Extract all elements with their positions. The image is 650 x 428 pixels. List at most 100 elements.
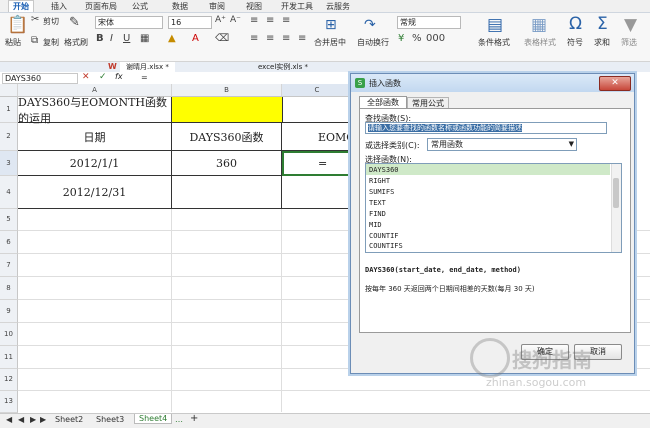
row-header[interactable]: 10 <box>0 323 18 346</box>
row-header[interactable]: 12 <box>0 369 18 391</box>
scrollbar-thumb[interactable] <box>613 178 619 208</box>
number-format-select[interactable]: 常规 <box>397 16 461 29</box>
function-item[interactable]: RIGHT <box>369 177 390 185</box>
merge-center-icon[interactable]: ⊞ <box>325 17 337 33</box>
table-style-icon[interactable]: ▦ <box>531 15 547 35</box>
italic-icon[interactable]: I <box>110 33 113 44</box>
function-item[interactable]: COUNTIF <box>369 232 399 240</box>
cell-c4[interactable] <box>282 176 352 209</box>
cell-b3[interactable]: 360 <box>172 151 282 176</box>
align-center-icon[interactable]: ≡ <box>266 33 274 44</box>
chevron-down-icon[interactable]: ▼ <box>569 139 574 150</box>
more-sheets-icon[interactable]: … <box>175 415 183 424</box>
select-all-corner[interactable] <box>0 84 18 97</box>
shrink-font-icon[interactable]: A⁻ <box>230 15 241 25</box>
grow-font-icon[interactable]: A⁺ <box>215 15 226 25</box>
dialog-titlebar[interactable]: S 插入函数 ✕ <box>351 74 634 92</box>
bold-icon[interactable]: B <box>96 33 104 44</box>
cell-b1[interactable] <box>172 97 282 123</box>
sheet-tab-3[interactable]: Sheet3 <box>96 415 124 424</box>
category-select[interactable]: 常用函数 ▼ <box>427 138 577 151</box>
last-sheet-icon[interactable]: ▶ <box>40 415 46 424</box>
row-header[interactable]: 13 <box>0 391 18 413</box>
next-sheet-icon[interactable]: ▶ <box>30 415 36 424</box>
name-box[interactable]: DAYS360 <box>2 73 78 84</box>
cancel-formula-icon[interactable]: ✕ <box>82 72 90 82</box>
filter-label[interactable]: 筛选 <box>621 37 637 48</box>
brush-icon[interactable]: ✎ <box>69 15 80 30</box>
row-header[interactable]: 1 <box>0 97 18 123</box>
sum-icon[interactable]: Σ <box>597 14 608 34</box>
table-style-label[interactable]: 表格样式 <box>524 37 556 48</box>
row-header[interactable]: 5 <box>0 209 18 231</box>
function-icon[interactable]: fx <box>115 72 123 81</box>
menu-cloud[interactable]: 云服务 <box>326 1 350 12</box>
font-size-select[interactable]: 16 <box>168 16 212 29</box>
cell-c2[interactable]: EOMONTH函 <box>282 123 352 151</box>
paste-icon[interactable]: 📋 <box>7 15 28 35</box>
align-left-icon[interactable]: ≡ <box>250 33 258 44</box>
sheet-tab-2[interactable]: Sheet2 <box>55 415 83 424</box>
row-header[interactable]: 2 <box>0 123 18 151</box>
border-icon[interactable]: ▦ <box>140 33 149 44</box>
function-list[interactable]: DAYS360 RIGHT SUMIFS TEXT FIND MID COUNT… <box>365 163 622 253</box>
menu-review[interactable]: 审阅 <box>209 1 225 12</box>
menu-data[interactable]: 数据 <box>172 1 188 12</box>
wrap-text-icon[interactable]: ↷ <box>364 17 376 33</box>
add-sheet-icon[interactable]: + <box>190 413 198 424</box>
currency-icon[interactable]: ¥ <box>398 33 404 44</box>
symbol-icon[interactable]: Ω <box>569 14 582 34</box>
copy-label[interactable]: 复制 <box>43 37 59 48</box>
close-icon[interactable]: ✕ <box>599 76 631 91</box>
row-header[interactable]: 9 <box>0 300 18 323</box>
menu-formulas[interactable]: 公式 <box>132 1 148 12</box>
cut-label[interactable]: 剪切 <box>43 16 59 27</box>
menu-view[interactable]: 视图 <box>246 1 262 12</box>
conditional-format-icon[interactable]: ▤ <box>487 15 503 35</box>
menu-developer[interactable]: 开发工具 <box>281 1 313 12</box>
sheet-tab-4-active[interactable]: Sheet4 <box>134 414 173 424</box>
filter-icon[interactable]: ▼ <box>624 15 637 35</box>
menu-page-layout[interactable]: 页面布局 <box>85 1 117 12</box>
formula-content[interactable]: = <box>141 73 148 82</box>
function-item[interactable]: TEXT <box>369 199 386 207</box>
cell-b4[interactable] <box>172 176 282 209</box>
function-item[interactable]: DAYS360 <box>369 166 399 174</box>
row-header[interactable]: 11 <box>0 346 18 369</box>
confirm-formula-icon[interactable]: ✓ <box>99 72 107 82</box>
distribute-icon[interactable]: ≡ <box>298 33 306 44</box>
align-middle-icon[interactable]: ≡ <box>266 15 274 26</box>
align-bottom-icon[interactable]: ≡ <box>282 15 290 26</box>
function-item[interactable]: SUMIFS <box>369 188 394 196</box>
doc-tab-2[interactable]: excel实例.xls * <box>258 62 308 72</box>
align-top-icon[interactable]: ≡ <box>250 15 258 26</box>
list-scrollbar[interactable] <box>611 164 621 252</box>
cell-b2[interactable]: DAYS360函数 <box>172 123 282 151</box>
row-header[interactable]: 4 <box>0 176 18 209</box>
column-header-c[interactable]: C <box>282 84 353 97</box>
sum-label[interactable]: 求和 <box>594 37 610 48</box>
paste-label[interactable]: 粘贴 <box>5 37 21 48</box>
thousands-icon[interactable]: 000 <box>426 33 445 44</box>
font-family-select[interactable]: 宋体 <box>95 16 163 29</box>
function-item[interactable]: MID <box>369 221 382 229</box>
clear-icon[interactable]: ⌫ <box>215 33 229 44</box>
row-header[interactable]: 6 <box>0 231 18 254</box>
column-header-b[interactable]: B <box>172 84 282 97</box>
search-input[interactable]: 请输入您要查找的函数名称或函数功能的简要描述 <box>365 122 607 134</box>
function-item[interactable]: FIND <box>369 210 386 218</box>
doc-tab-1[interactable]: 谢晴月.xlsx * <box>120 62 175 72</box>
percent-icon[interactable]: % <box>412 33 422 44</box>
cell-a2[interactable]: 日期 <box>18 123 172 151</box>
font-color-icon[interactable]: A <box>192 33 199 44</box>
underline-icon[interactable]: U <box>123 33 130 44</box>
cell-a3[interactable]: 2012/1/1 <box>18 151 172 176</box>
row-header[interactable]: 8 <box>0 277 18 300</box>
fill-color-icon[interactable]: ▲ <box>168 33 176 44</box>
first-sheet-icon[interactable]: ◀ <box>6 415 12 424</box>
function-item[interactable]: COUNTIFS <box>369 242 403 250</box>
wrap-text-label[interactable]: 自动换行 <box>357 37 389 48</box>
format-painter-label[interactable]: 格式刷 <box>64 37 88 48</box>
cell-a1[interactable]: DAYS360与EOMONTH函数的运用 <box>18 96 172 125</box>
copy-icon[interactable]: ⧉ <box>31 35 38 46</box>
